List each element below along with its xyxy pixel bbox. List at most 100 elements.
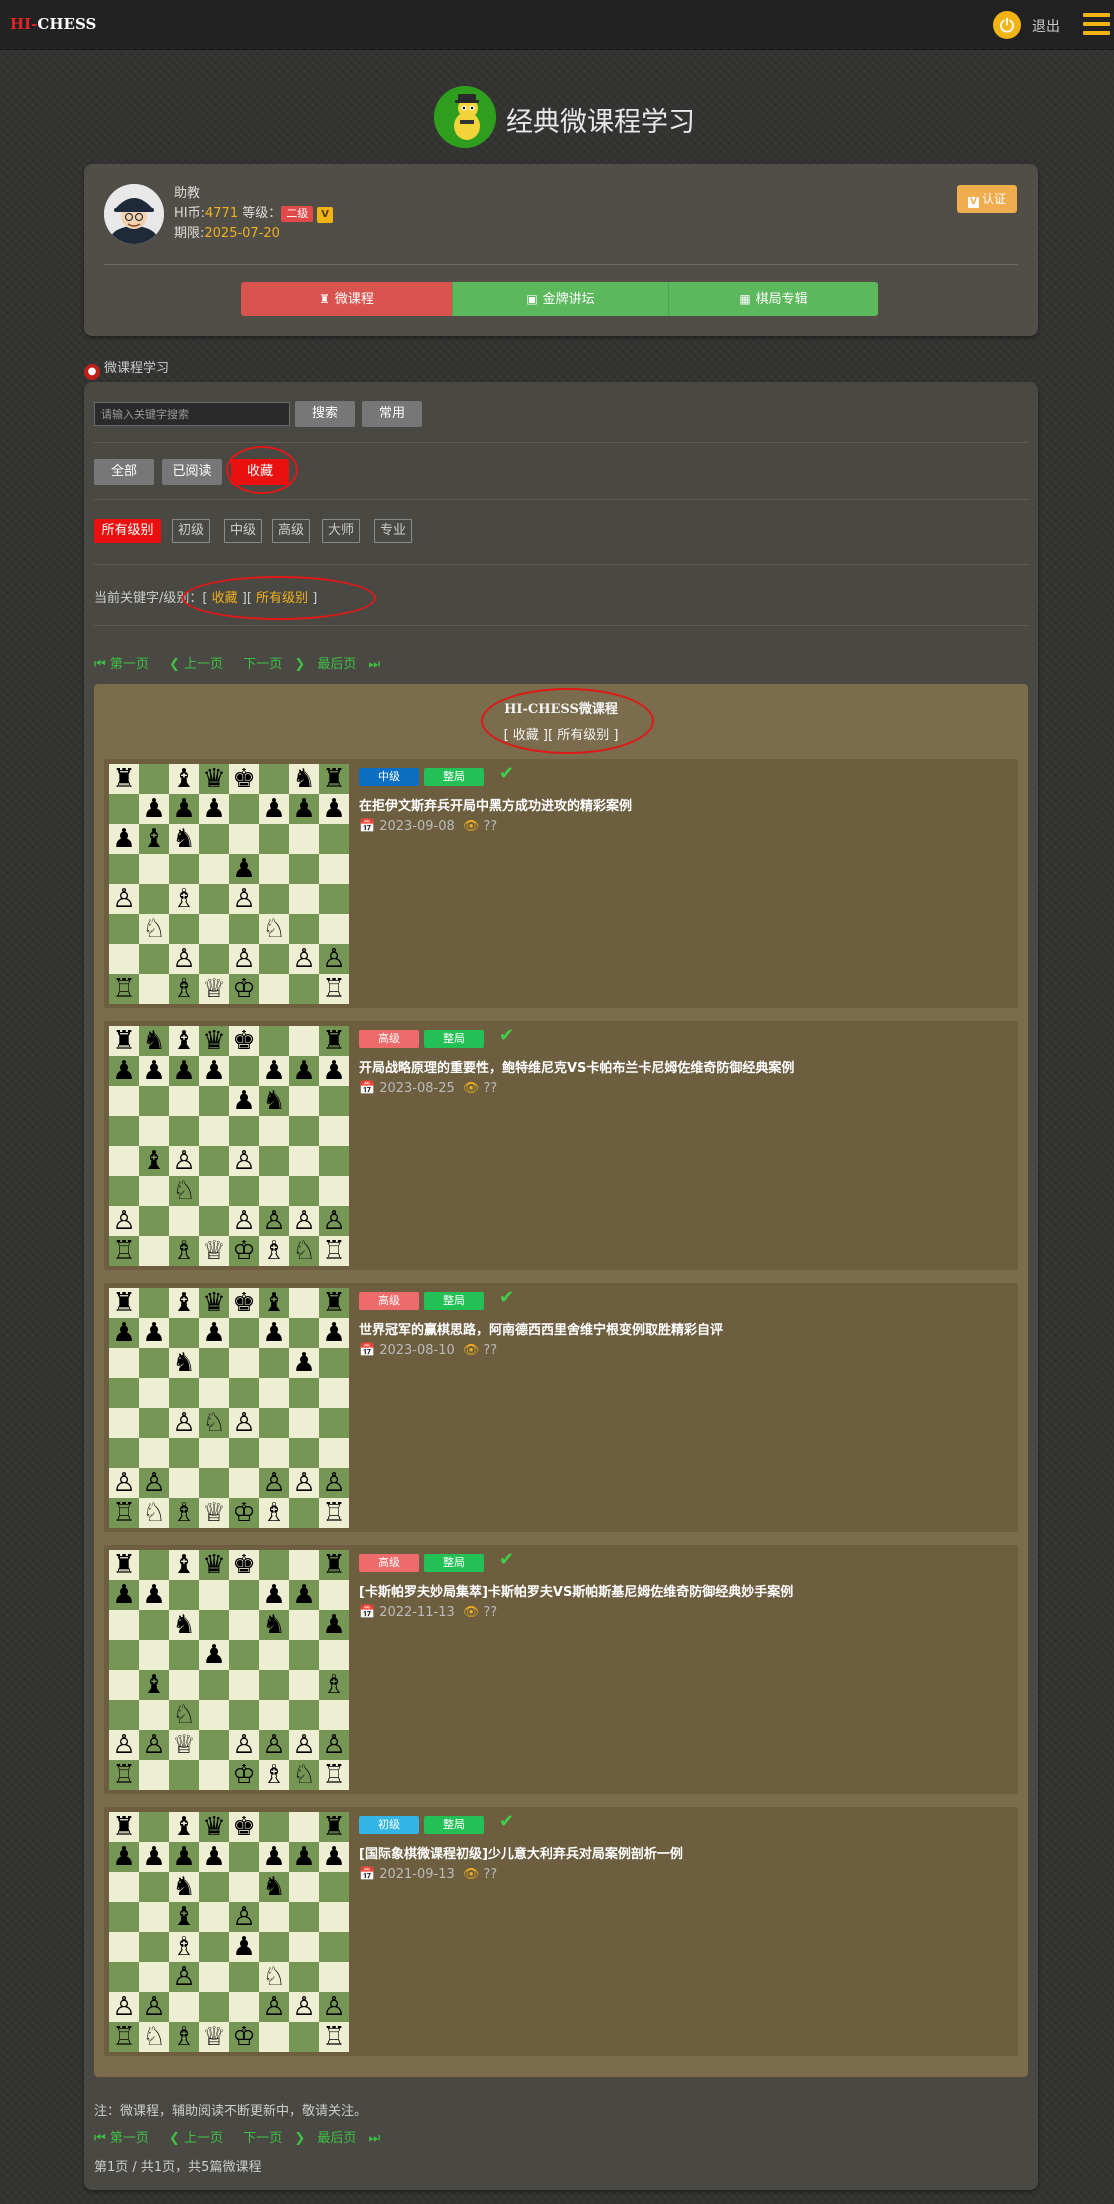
logout-link[interactable]: 退出: [1032, 16, 1060, 36]
board-square: ♖: [109, 1236, 139, 1266]
board-square: [139, 764, 169, 794]
course-item[interactable]: ♜ ♝ ♛ ♚ ♜ ♟ ♟ ♟ ♟ ♞ ♞ ♟ ♟ ♝ ♗ ♘ ♙ ♙ ♕ ♙ ♙ ♙ ♙ ♖ ♔ ♗ ♘ ♖ 高级 整局 ✔ [卡斯帕罗夫妙…: [104, 1545, 1018, 1794]
level-professional-button[interactable]: 专业: [374, 519, 412, 543]
board-square: [139, 1640, 169, 1670]
board-square: [289, 1962, 319, 1992]
section-label: ● 微课程学习: [84, 357, 169, 380]
board-square: [169, 1760, 199, 1790]
rank-badge: 二级: [281, 206, 314, 222]
course-title-link[interactable]: 开局战略原理的重要性，鲍特维尼克VS卡帕布兰卡尼姆佐维奇防御经典案例: [359, 1057, 794, 1076]
chess-board[interactable]: ♜ ♞ ♝ ♛ ♚ ♜ ♟ ♟ ♟ ♟ ♟ ♟ ♟ ♟ ♞ ♝ ♙ ♙ ♘ ♙ ♙ ♙ ♙ ♙ ♖ ♗ ♕ ♔ ♗ ♘ ♖: [109, 1026, 349, 1266]
search-button[interactable]: 搜索: [295, 401, 355, 427]
tab-micro-course[interactable]: ♜ 微课程: [241, 282, 452, 316]
board-square: ♘: [289, 1760, 319, 1790]
board-square: [139, 1116, 169, 1146]
level-advanced-button[interactable]: 高级: [272, 519, 310, 543]
course-views: ??: [483, 1081, 498, 1096]
tab-gold-lecture[interactable]: ▣ 金牌讲坛: [452, 282, 668, 316]
level-tag: 高级: [359, 1030, 419, 1048]
board-square: ♟: [319, 1318, 349, 1348]
board-square: [109, 1408, 139, 1438]
board-square: ♟: [289, 1348, 319, 1378]
board-square: ♖: [109, 1760, 139, 1790]
chess-board[interactable]: ♜ ♝ ♛ ♚ ♜ ♟ ♟ ♟ ♟ ♞ ♞ ♟ ♟ ♝ ♗ ♘ ♙ ♙ ♕ ♙ ♙ ♙ ♙ ♖ ♔ ♗ ♘ ♖: [109, 1550, 349, 1790]
course-item[interactable]: ♜ ♝ ♛ ♚ ♝ ♜ ♟ ♟ ♟ ♟ ♟ ♞ ♟ ♙ ♘ ♙ ♙ ♙ ♙ ♙ ♙ ♖ ♘ ♗ ♕ ♔ ♗ ♖ 高级 整局 ✔ 世界冠军的赢棋…: [104, 1283, 1018, 1532]
tab-game-album[interactable]: ▦ 棋局专辑: [668, 282, 878, 316]
course-views: ??: [483, 819, 498, 834]
level-all-button[interactable]: 所有级别: [94, 519, 161, 543]
course-title-link[interactable]: 在拒伊文斯弃兵开局中黑方成功进攻的精彩案例: [359, 795, 632, 814]
common-button[interactable]: 常用: [362, 401, 422, 427]
board-square: ♟: [139, 1580, 169, 1610]
board-square: [289, 854, 319, 884]
course-item[interactable]: ♜ ♞ ♝ ♛ ♚ ♜ ♟ ♟ ♟ ♟ ♟ ♟ ♟ ♟ ♞ ♝ ♙ ♙ ♘ ♙ ♙ ♙ ♙ ♙ ♖ ♗ ♕ ♔ ♗ ♘ ♖ 高级 整局 ✔ 开局战略…: [104, 1021, 1018, 1270]
board-square: ♙: [229, 1146, 259, 1176]
chess-board[interactable]: ♜ ♝ ♛ ♚ ♞ ♜ ♟ ♟ ♟ ♟ ♟ ♟ ♟ ♝ ♞ ♟ ♙ ♗ ♙ ♘ ♘ ♙ ♙ ♙ ♙ ♖ ♗ ♕ ♔ ♖: [109, 764, 349, 1004]
board-square: [139, 1812, 169, 1842]
calendar-icon: 📅: [359, 819, 376, 834]
pager-prev-link[interactable]: ❮ 上一页: [169, 657, 231, 672]
board-square: ♞: [259, 1872, 289, 1902]
filter-read-button[interactable]: 已阅读: [162, 459, 222, 485]
board-square: ♛: [199, 764, 229, 794]
board-square: [199, 1760, 229, 1790]
board-square: ♗: [319, 1670, 349, 1700]
course-item[interactable]: ♜ ♝ ♛ ♚ ♜ ♟ ♟ ♟ ♟ ♟ ♟ ♟ ♞ ♞ ♝ ♙ ♗ ♟ ♙ ♘ ♙ ♙ ♙ ♙ ♙ ♖ ♘ ♗ ♕ ♔ ♖ 初级 整局 ✔ [国际象…: [104, 1807, 1018, 2056]
board-square: [199, 1872, 229, 1902]
hamburger-menu-icon[interactable]: [1083, 13, 1110, 35]
course-title-link[interactable]: [国际象棋微课程初级]少儿意大利弃兵对局案例剖析一例: [359, 1843, 683, 1862]
pager-first-link[interactable]: ⏮ 第一页: [94, 2131, 157, 2146]
pager-next-link[interactable]: 下一页 ❯: [243, 657, 305, 672]
board-square: [199, 1580, 229, 1610]
board-square: [199, 1932, 229, 1962]
board-square: [319, 1116, 349, 1146]
course-title-link[interactable]: [卡斯帕罗夫妙局集萃]卡斯帕罗夫VS斯帕斯基尼姆佐维奇防御经典妙手案例: [359, 1581, 793, 1600]
board-square: [229, 1438, 259, 1468]
board-square: ♕: [199, 2022, 229, 2052]
pager-first-link[interactable]: ⏮ 第一页: [94, 657, 157, 672]
board-square: [259, 1550, 289, 1580]
board-square: [289, 1498, 319, 1528]
pager-prev-link[interactable]: ❮ 上一页: [169, 2131, 231, 2146]
board-square: [259, 1700, 289, 1730]
logo[interactable]: HI-CHESS: [10, 15, 96, 33]
board-square: ♙: [109, 884, 139, 914]
board-square: ♙: [109, 1730, 139, 1760]
course-title-link[interactable]: 世界冠军的赢棋思路，阿南德西西里舍维宁根变例取胜精彩自评: [359, 1319, 723, 1338]
board-square: [199, 1962, 229, 1992]
eye-icon: 👁: [462, 1605, 480, 1620]
pager-last-link[interactable]: 最后页 ⏭: [317, 657, 380, 672]
level-master-button[interactable]: 大师: [322, 519, 360, 543]
search-input[interactable]: [94, 402, 290, 426]
board-square: ♟: [259, 794, 289, 824]
board-square: ♞: [169, 1610, 199, 1640]
power-icon[interactable]: [993, 11, 1021, 39]
level-intermediate-button[interactable]: 中级: [224, 519, 262, 543]
board-square: ♘: [169, 1176, 199, 1206]
level-tag: 高级: [359, 1292, 419, 1310]
certify-button[interactable]: V 认证: [957, 185, 1017, 213]
pager-last-link[interactable]: 最后页 ⏭: [317, 2131, 380, 2146]
read-check-icon: ✔: [499, 1549, 515, 1570]
board-square: [109, 914, 139, 944]
chess-board[interactable]: ♜ ♝ ♛ ♚ ♝ ♜ ♟ ♟ ♟ ♟ ♟ ♞ ♟ ♙ ♘ ♙ ♙ ♙ ♙ ♙ ♙ ♖ ♘ ♗ ♕ ♔ ♗ ♖: [109, 1288, 349, 1528]
board-square: ♟: [229, 1932, 259, 1962]
board-square: ♟: [169, 1056, 199, 1086]
board-square: [139, 1176, 169, 1206]
board-square: ♚: [229, 1026, 259, 1056]
filter-all-button[interactable]: 全部: [94, 459, 154, 485]
chess-board[interactable]: ♜ ♝ ♛ ♚ ♜ ♟ ♟ ♟ ♟ ♟ ♟ ♟ ♞ ♞ ♝ ♙ ♗ ♟ ♙ ♘ ♙ ♙ ♙ ♙ ♙ ♖ ♘ ♗ ♕ ♔ ♖: [109, 1812, 349, 2052]
eye-icon: 👁: [462, 1081, 480, 1096]
kind-tag: 整局: [424, 1816, 484, 1834]
board-square: ♝: [169, 1550, 199, 1580]
board-square: [319, 1962, 349, 1992]
board-square: ♖: [109, 2022, 139, 2052]
level-beginner-button[interactable]: 初级: [172, 519, 210, 543]
board-square: ♟: [169, 794, 199, 824]
coins-value: 4771: [205, 206, 239, 221]
board-square: [139, 1086, 169, 1116]
board-square: [289, 1176, 319, 1206]
course-item[interactable]: ♜ ♝ ♛ ♚ ♞ ♜ ♟ ♟ ♟ ♟ ♟ ♟ ♟ ♝ ♞ ♟ ♙ ♗ ♙ ♘ ♘ ♙ ♙ ♙ ♙ ♖ ♗ ♕ ♔ ♖ 中级 整局 ✔ 在拒伊文斯…: [104, 759, 1018, 1008]
board-square: ♟: [109, 824, 139, 854]
pager-next-link[interactable]: 下一页 ❯: [243, 2131, 305, 2146]
